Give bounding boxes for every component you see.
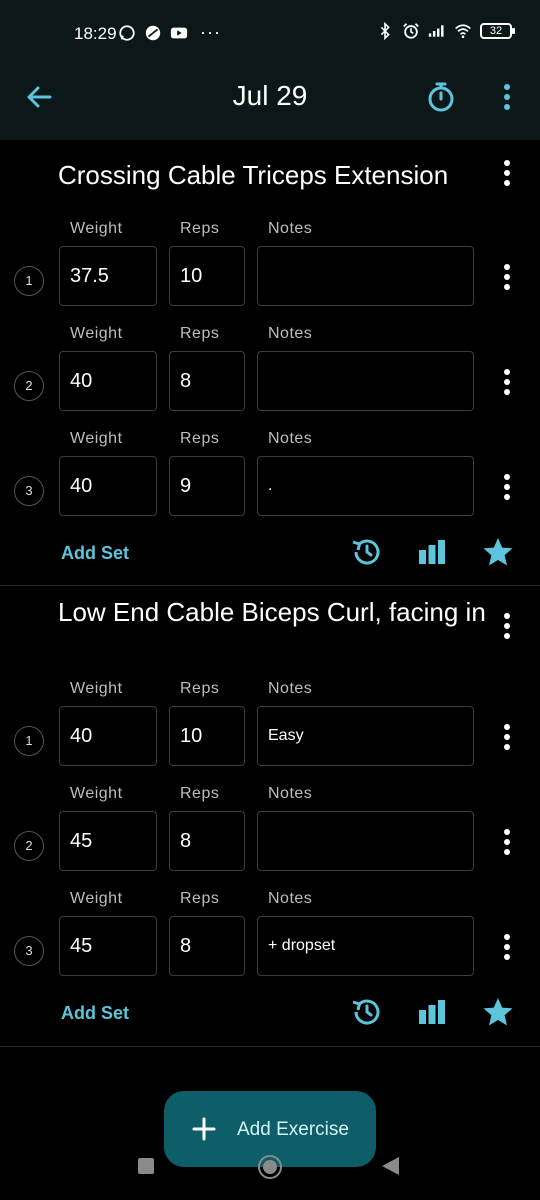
- reps-field[interactable]: 8: [169, 351, 245, 411]
- exercise-card: Crossing Cable Triceps Extension Weight …: [0, 140, 540, 586]
- reps-label: Reps: [180, 325, 220, 342]
- set-row: Weight Reps Notes 2 45 8: [0, 785, 540, 889]
- set-more-icon[interactable]: [492, 470, 522, 504]
- reps-field[interactable]: 9: [169, 456, 245, 516]
- back-nav-icon[interactable]: [382, 1157, 399, 1175]
- notes-label: Notes: [268, 680, 313, 697]
- reps-label: Reps: [180, 220, 220, 237]
- star-icon[interactable]: [482, 996, 514, 1028]
- reps-label: Reps: [180, 785, 220, 802]
- add-exercise-label: Add Exercise: [237, 1119, 349, 1140]
- notes-field[interactable]: + dropset: [257, 916, 474, 976]
- exercise-title[interactable]: Low End Cable Biceps Curl, facing in: [58, 596, 488, 628]
- weight-label: Weight: [70, 890, 123, 907]
- weight-field[interactable]: 40: [59, 351, 157, 411]
- plus-icon: [192, 1117, 216, 1141]
- signal-icon: [428, 25, 444, 37]
- more-vert-icon[interactable]: [492, 80, 522, 114]
- weight-field[interactable]: 37.5: [59, 246, 157, 306]
- set-number-badge[interactable]: 3: [14, 936, 44, 966]
- exercise-more-icon[interactable]: [492, 158, 522, 188]
- reps-label: Reps: [180, 680, 220, 697]
- reps-field[interactable]: 8: [169, 811, 245, 871]
- status-more-dots: ···: [200, 22, 221, 42]
- set-row: Weight Reps Notes 1 37.5 10: [0, 220, 540, 324]
- stopwatch-icon[interactable]: [424, 80, 458, 114]
- set-row: Weight Reps Notes 3 40 9 .: [0, 430, 540, 534]
- weight-label: Weight: [70, 430, 123, 447]
- weight-label: Weight: [70, 220, 123, 237]
- weight-field[interactable]: 40: [59, 456, 157, 516]
- notes-field[interactable]: [257, 351, 474, 411]
- recents-nav-icon[interactable]: [138, 1158, 154, 1174]
- weight-label: Weight: [70, 785, 123, 802]
- notes-label: Notes: [268, 890, 313, 907]
- set-number-badge[interactable]: 3: [14, 476, 44, 506]
- exercise-more-icon[interactable]: [492, 611, 522, 641]
- home-nav-icon[interactable]: [258, 1155, 282, 1179]
- set-number-badge[interactable]: 2: [14, 831, 44, 861]
- exercise-title[interactable]: Crossing Cable Triceps Extension: [58, 159, 488, 191]
- reps-field[interactable]: 8: [169, 916, 245, 976]
- set-more-icon[interactable]: [492, 260, 522, 294]
- notes-label: Notes: [268, 220, 313, 237]
- alarm-icon: [403, 23, 419, 39]
- set-number-badge[interactable]: 1: [14, 266, 44, 296]
- set-number-badge[interactable]: 2: [14, 371, 44, 401]
- reps-field[interactable]: 10: [169, 706, 245, 766]
- set-row: Weight Reps Notes 1 40 10 Easy: [0, 680, 540, 784]
- notes-field[interactable]: [257, 811, 474, 871]
- status-bar: 18:29 ··· 32: [0, 0, 540, 66]
- notes-label: Notes: [268, 785, 313, 802]
- add-set-button[interactable]: Add Set: [61, 543, 129, 564]
- exercise-card: Low End Cable Biceps Curl, facing in Wei…: [0, 587, 540, 1047]
- notes-field[interactable]: .: [257, 456, 474, 516]
- bar-chart-icon[interactable]: [416, 536, 448, 568]
- set-more-icon[interactable]: [492, 720, 522, 754]
- set-more-icon[interactable]: [492, 930, 522, 964]
- weight-label: Weight: [70, 680, 123, 697]
- notes-label: Notes: [268, 430, 313, 447]
- notes-label: Notes: [268, 325, 313, 342]
- page-title: Jul 29: [232, 80, 308, 111]
- history-icon[interactable]: [350, 996, 382, 1028]
- weight-field[interactable]: 40: [59, 706, 157, 766]
- weight-field[interactable]: 45: [59, 916, 157, 976]
- app-bar: Jul 29: [0, 66, 540, 140]
- whatsapp-icon: [119, 25, 135, 41]
- cloud-icon: [145, 25, 161, 41]
- notes-field[interactable]: Easy: [257, 706, 474, 766]
- wifi-icon: [455, 24, 471, 39]
- notes-field[interactable]: [257, 246, 474, 306]
- history-icon[interactable]: [350, 536, 382, 568]
- battery-indicator: 32: [480, 23, 515, 39]
- bluetooth-icon: [380, 22, 390, 40]
- set-row: Weight Reps Notes 2 40 8: [0, 325, 540, 429]
- weight-label: Weight: [70, 325, 123, 342]
- set-number-badge[interactable]: 1: [14, 726, 44, 756]
- set-more-icon[interactable]: [492, 365, 522, 399]
- star-icon[interactable]: [482, 536, 514, 568]
- add-set-button[interactable]: Add Set: [61, 1003, 129, 1024]
- weight-field[interactable]: 45: [59, 811, 157, 871]
- bar-chart-icon[interactable]: [416, 996, 448, 1028]
- reps-label: Reps: [180, 890, 220, 907]
- set-more-icon[interactable]: [492, 825, 522, 859]
- reps-field[interactable]: 10: [169, 246, 245, 306]
- reps-label: Reps: [180, 430, 220, 447]
- set-row: Weight Reps Notes 3 45 8 + dropset: [0, 890, 540, 994]
- youtube-icon: [170, 27, 188, 39]
- status-time: 18:29: [74, 24, 117, 43]
